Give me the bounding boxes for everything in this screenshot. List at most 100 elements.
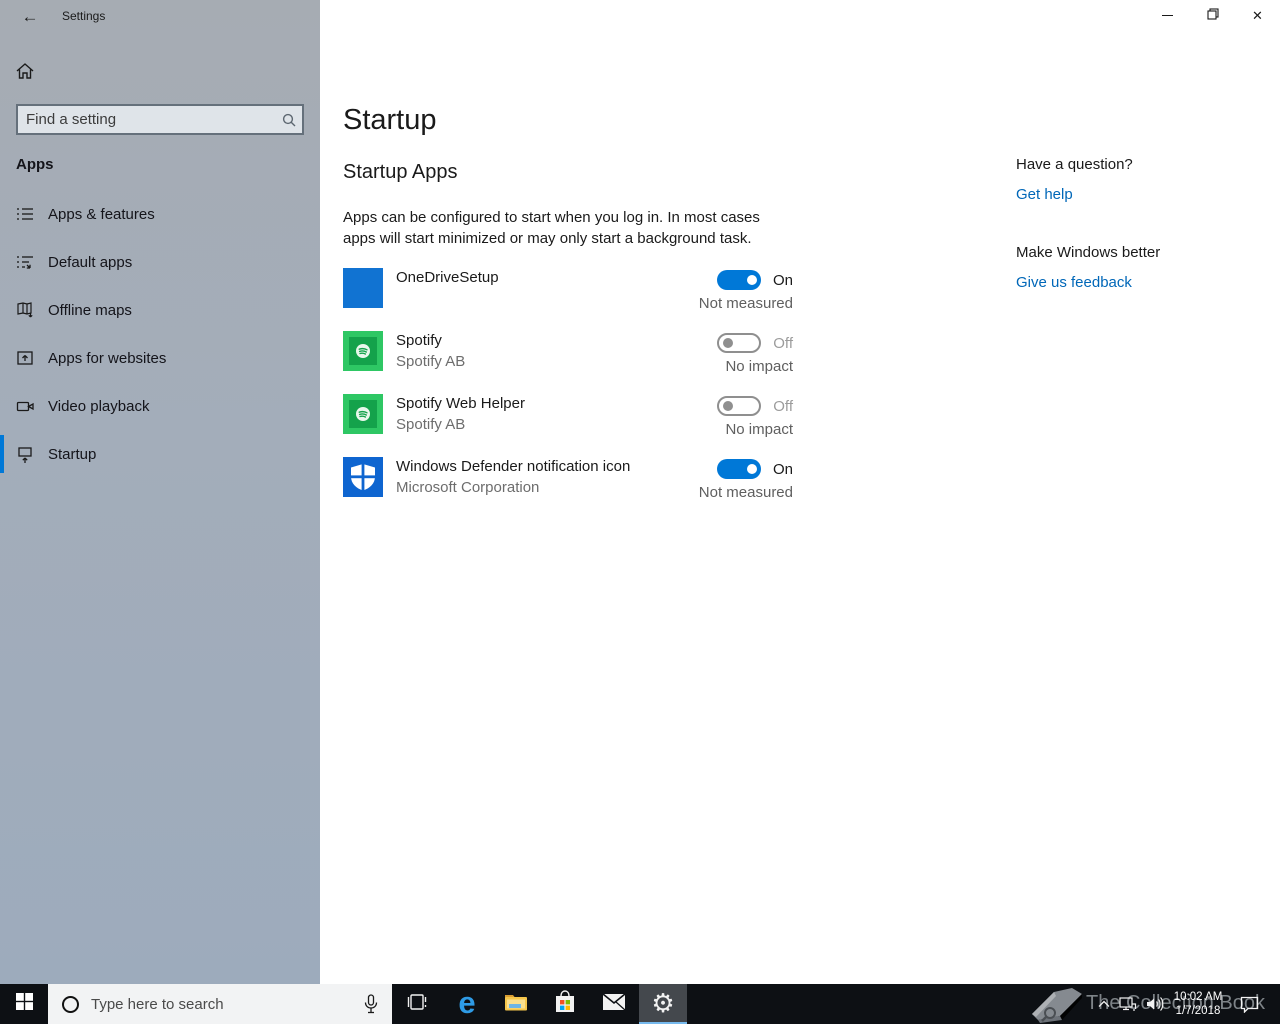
app-name: Spotify Web Helper [396,395,525,412]
gear-icon: ⚙ [651,988,675,1018]
page-title: Startup [343,104,437,136]
close-button[interactable]: ✕ [1235,0,1280,31]
spotify-web-helper-icon [343,394,383,434]
onedrivesetup-icon [343,268,383,308]
network-icon[interactable] [1115,984,1141,1024]
app-publisher: Microsoft Corporation [396,479,540,496]
give-feedback-link[interactable]: Give us feedback [1016,274,1256,291]
sidebar-item-label: Apps for websites [48,349,167,367]
start-button[interactable] [0,984,48,1024]
impact-label: No impact [725,358,793,375]
taskbar: Type here to search e ⚙ The Collection B… [0,984,1280,1024]
taskbar-search-box[interactable]: Type here to search [48,984,392,1024]
app-name: OneDriveSetup [396,269,499,286]
cortana-icon [62,995,79,1013]
store-icon [554,989,576,1019]
startup-app-row: OneDriveSetup On Not measured [343,268,793,312]
apps-for-websites-icon [15,348,35,368]
make-windows-better-title: Make Windows better [1016,244,1161,261]
sidebar-section-title: Apps [16,156,54,173]
mail-button[interactable] [590,984,638,1024]
show-hidden-icons-button[interactable] [1093,984,1115,1024]
windows-logo-icon [15,993,33,1015]
settings-taskbar-button[interactable]: ⚙ [639,984,687,1024]
clock[interactable]: 10:02 AM 1/7/2018 [1168,984,1228,1024]
toggle-state: Off [773,397,793,415]
startup-toggle[interactable] [717,333,762,353]
sidebar-item-apps-features[interactable]: Apps & features [0,190,320,238]
settings-window: ← Settings Apps App [0,0,1280,984]
impact-label: Not measured [698,295,793,312]
search-icon[interactable] [276,107,302,133]
restore-icon [1206,7,1219,25]
task-view-icon [407,993,429,1016]
video-playback-icon [15,396,35,416]
sidebar-item-apps-websites[interactable]: Apps for websites [0,334,320,382]
startup-apps-list: OneDriveSetup On Not measured Spotify Sp… [343,268,793,520]
toggle-state: Off [773,334,793,352]
offline-maps-icon [15,300,35,320]
get-help-link[interactable]: Get help [1016,186,1256,203]
sidebar-item-default-apps[interactable]: Default apps [0,238,320,286]
page-description: Apps can be configured to start when you… [343,209,760,247]
taskbar-search-placeholder: Type here to search [91,995,224,1013]
window-controls: ✕ [1145,0,1280,31]
startup-toggle[interactable] [717,396,762,416]
sidebar-item-video-playback[interactable]: Video playback [0,382,320,430]
edge-browser-button[interactable]: e [443,984,491,1024]
search-input[interactable] [18,111,276,128]
sidebar-item-label: Video playback [48,397,150,415]
toggle-state: On [772,460,793,478]
titlebar: ← Settings [0,0,320,32]
apps-features-icon [15,204,35,224]
startup-toggle[interactable] [716,270,761,290]
sidebar-item-label: Startup [48,445,97,463]
clock-time: 10:02 AM [1173,991,1223,1003]
startup-app-row: Spotify Spotify AB Off No impact [343,331,793,375]
app-name: Spotify [396,332,442,349]
startup-app-row: Windows Defender notification icon Micro… [343,457,793,501]
app-publisher: Spotify AB [396,416,466,433]
clock-date: 1/7/2018 [1175,1005,1221,1017]
startup-app-row: Spotify Web Helper Spotify AB Off No imp… [343,394,793,438]
file-explorer-icon [504,992,528,1017]
section-title: Startup Apps [343,161,458,183]
help-column: Have a question? Get help Make Windows b… [1016,156,1256,291]
have-a-question-title: Have a question? [1016,156,1133,173]
action-center-button[interactable] [1228,984,1270,1024]
sidebar-item-label: Offline maps [48,301,132,319]
microphone-icon[interactable] [356,994,386,1014]
startup-toggle[interactable] [716,459,761,479]
mail-icon [602,992,626,1016]
find-setting-searchbox[interactable] [16,104,304,135]
file-explorer-button[interactable] [492,984,540,1024]
home-button[interactable] [14,60,40,86]
default-apps-icon [15,252,35,272]
impact-label: Not measured [698,484,793,501]
sidebar-item-offline-maps[interactable]: Offline maps [0,286,320,334]
toggle-state: On [772,271,793,289]
back-button[interactable]: ← [14,4,46,30]
minimize-icon [1162,15,1173,16]
task-view-button[interactable] [394,984,442,1024]
minimize-button[interactable] [1145,0,1190,31]
restore-button[interactable] [1190,0,1235,31]
startup-icon [15,444,35,464]
windows-defender-icon [343,457,383,497]
volume-icon[interactable] [1141,984,1168,1024]
sidebar-item-label: Default apps [48,253,133,271]
settings-sidebar: ← Settings Apps App [0,0,320,984]
settings-content: ✕ Startup Startup Apps Apps can be confi… [320,0,1280,984]
sidebar-item-startup[interactable]: Startup [0,430,320,478]
sidebar-item-label: Apps & features [48,205,155,223]
app-name: Windows Defender notification icon [396,458,631,475]
app-publisher: Spotify AB [396,353,466,370]
microsoft-store-button[interactable] [541,984,589,1024]
impact-label: No impact [725,421,793,438]
window-title: Settings [62,9,106,23]
sidebar-nav: Apps & features Default apps Offline map… [0,190,320,478]
home-icon [14,63,36,86]
desktop-screen: ← Settings Apps App [0,0,1280,1024]
system-tray: 10:02 AM 1/7/2018 [1093,984,1280,1024]
edge-icon: e [458,985,476,1020]
